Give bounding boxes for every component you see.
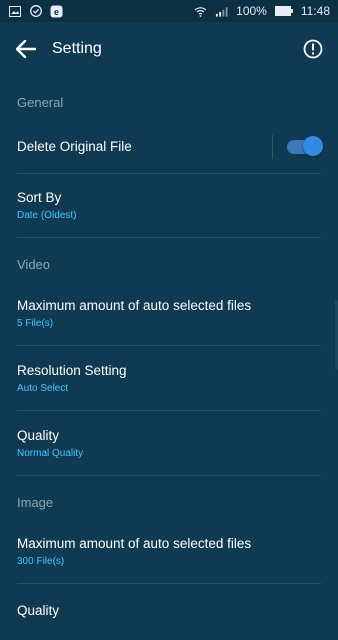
toggle-wrap [272,120,323,173]
check-circle-icon [29,5,42,18]
image-section: Image Maximum amount of auto selected fi… [0,476,338,640]
video-max-auto-label: Maximum amount of auto selected files [17,298,252,313]
app-bar: Setting [0,22,338,76]
info-icon [303,39,323,59]
image-max-auto-row[interactable]: Maximum amount of auto selected files 30… [17,520,321,584]
arrow-left-icon [16,40,36,58]
image-header: Image [17,495,54,510]
sort-by-row[interactable]: Sort By Date (Oldest) [17,174,321,238]
delete-original-text: Delete Original File [17,138,272,156]
video-section: Video Maximum amount of auto selected fi… [0,238,338,476]
video-quality-row[interactable]: Quality Normal Quality [17,411,321,476]
svg-text:e: e [54,7,59,17]
video-max-auto-row[interactable]: Maximum amount of auto selected files 5 … [17,282,321,346]
back-button[interactable] [12,35,40,63]
video-quality-text: Quality Normal Quality [17,427,321,460]
e-icon: e [50,5,63,18]
delete-original-row[interactable]: Delete Original File [17,120,323,174]
image-quality-label: Quality [17,603,60,618]
delete-original-toggle[interactable] [287,135,323,156]
status-right: 100% 11:48 [194,4,330,18]
image-quality-text: Quality [17,602,321,620]
info-button[interactable] [302,38,324,60]
video-max-auto-text: Maximum amount of auto selected files 5 … [17,297,321,330]
wifi-icon [194,5,207,18]
general-header: General [17,95,64,110]
battery-percent: 100% [236,4,267,18]
sort-by-value: Date (Oldest) [17,210,77,221]
status-time: 11:48 [300,4,330,18]
status-bar: e 100% 11:48 [0,0,338,22]
video-quality-value: Normal Quality [17,447,84,459]
toggle-knob [303,135,323,156]
resolution-row[interactable]: Resolution Setting Auto Select [17,346,321,411]
image-quality-row[interactable]: Quality [17,584,321,640]
resolution-label: Resolution Setting [17,362,127,378]
video-quality-label: Quality [17,427,60,443]
sort-by-text: Sort By Date (Oldest) [17,189,321,222]
image-max-auto-label: Maximum amount of auto selected files [17,536,252,551]
delete-original-label: Delete Original File [17,138,132,154]
image-max-auto-text: Maximum amount of auto selected files 30… [17,535,321,568]
divider [272,134,273,159]
video-max-auto-value: 5 File(s) [17,318,54,329]
status-left-icons: e [8,5,63,18]
battery-icon [274,5,293,18]
signal-icon [215,5,228,18]
page-title: Setting [52,40,102,57]
general-section: General Delete Original File Sort By Dat… [0,76,338,238]
sort-by-label: Sort By [17,190,62,205]
resolution-value: Auto Select [17,382,69,394]
image-icon [8,5,21,18]
image-max-auto-value: 300 File(s) [17,556,65,567]
video-header: Video [17,257,51,272]
resolution-text: Resolution Setting Auto Select [17,362,321,395]
